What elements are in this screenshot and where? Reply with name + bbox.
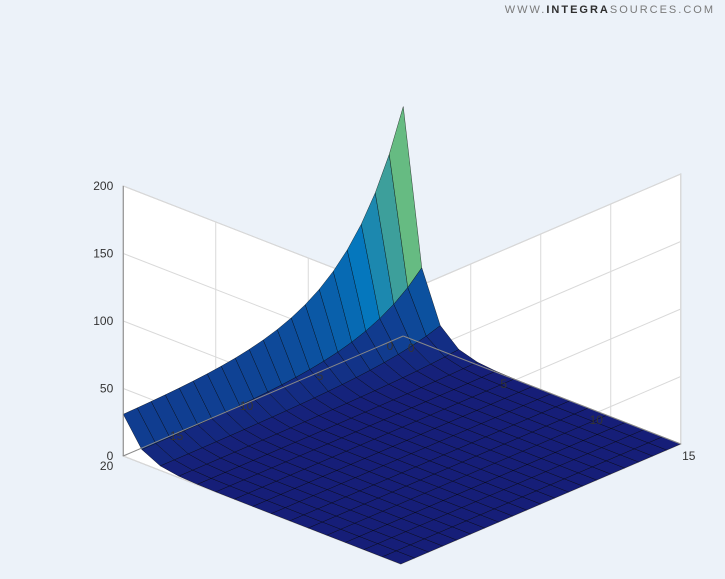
- svg-text:150: 150: [93, 247, 113, 261]
- surface-plot-axes: 05010015020005101505101520: [0, 0, 725, 579]
- svg-text:200: 200: [93, 179, 113, 193]
- svg-text:50: 50: [100, 382, 114, 396]
- surface-plot-svg: 05010015020005101505101520: [0, 0, 725, 579]
- svg-text:10: 10: [590, 413, 604, 427]
- svg-text:15: 15: [682, 449, 696, 463]
- svg-text:20: 20: [100, 459, 114, 473]
- svg-text:0: 0: [408, 341, 415, 355]
- svg-text:5: 5: [500, 377, 507, 391]
- svg-text:100: 100: [93, 314, 113, 328]
